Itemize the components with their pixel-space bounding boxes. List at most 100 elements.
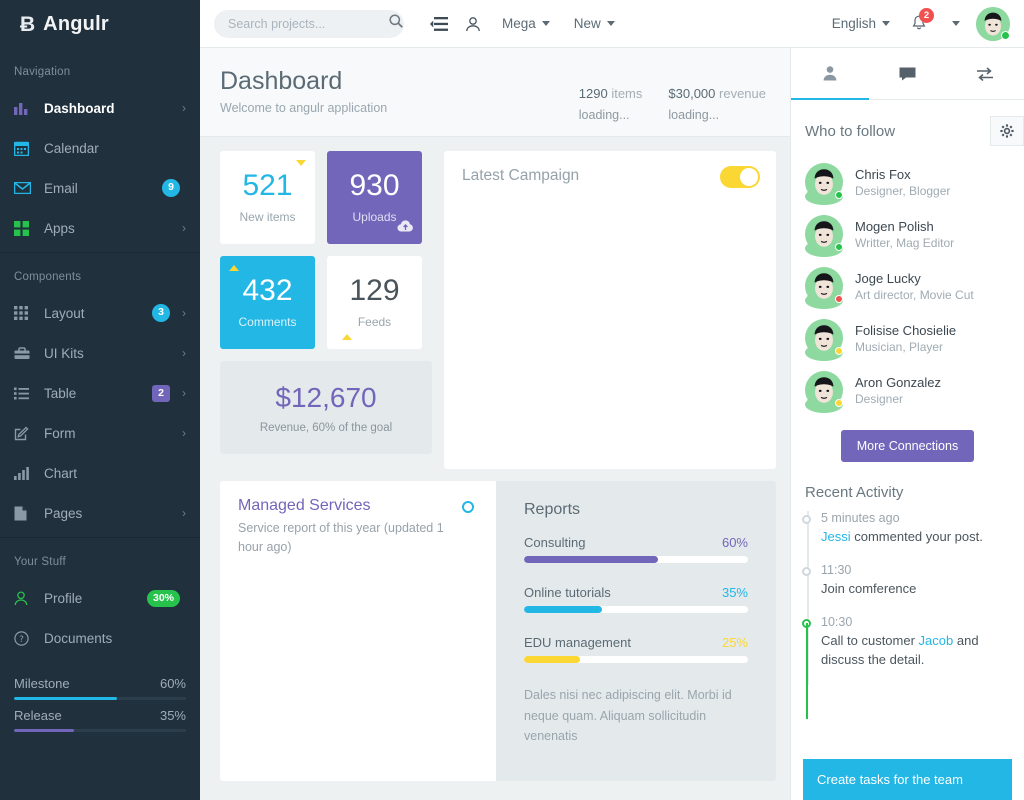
brand-logo[interactable]: Ƀ Angulr bbox=[0, 0, 200, 48]
list-item[interactable]: Joge Lucky Art director, Movie Cut bbox=[791, 260, 1024, 312]
list-item[interactable]: Folisise Chosielie Musician, Player bbox=[791, 312, 1024, 364]
progress-row-milestone: Milestone 60% bbox=[14, 668, 186, 697]
trend-down-icon bbox=[296, 160, 306, 166]
loading-circle-icon bbox=[462, 501, 474, 513]
report-row-consulting: Consulting 60% bbox=[524, 535, 748, 563]
campaign-title: Latest Campaign bbox=[462, 167, 580, 184]
transfer-arrows-icon bbox=[977, 66, 994, 81]
revenue-caption: Revenue, 60% of the goal bbox=[259, 421, 393, 434]
activity-link[interactable]: Jacob bbox=[919, 633, 954, 648]
sidebar-item-label: UI Kits bbox=[44, 345, 84, 361]
chevron-right-icon: › bbox=[182, 506, 186, 520]
list-item[interactable]: 11:30 Join comference bbox=[802, 563, 1024, 615]
main-content: Dashboard Welcome to angulr application … bbox=[200, 48, 790, 800]
mega-menu-label: Mega bbox=[502, 16, 536, 31]
sidebar-item-ui-kits[interactable]: UI Kits › bbox=[0, 333, 200, 373]
sidebar-item-apps[interactable]: Apps › bbox=[0, 208, 200, 248]
sidebar-item-chart[interactable]: Chart bbox=[0, 453, 200, 493]
list-item[interactable]: Mogen Polish Writter, Mag Editor bbox=[791, 208, 1024, 260]
create-tasks-cta[interactable]: Create tasks for the team bbox=[803, 759, 1012, 800]
tab-messages[interactable] bbox=[868, 48, 947, 100]
list-icon bbox=[14, 387, 44, 400]
sidebar-badge-email: 9 bbox=[162, 179, 180, 197]
report-value: 25% bbox=[721, 635, 748, 650]
list-item[interactable]: Chris Fox Designer, Blogger bbox=[791, 156, 1024, 208]
avatar[interactable] bbox=[976, 6, 1010, 41]
stat-card-new-items[interactable]: 521 New items bbox=[220, 151, 315, 244]
report-label: EDU management bbox=[524, 635, 631, 650]
person-role: Writter, Mag Editor bbox=[855, 235, 955, 250]
report-row-online-tutorials: Online tutorials 35% bbox=[524, 585, 748, 613]
more-connections-button[interactable]: More Connections bbox=[840, 430, 975, 462]
gear-icon[interactable] bbox=[990, 116, 1024, 146]
sidebar-badge-table: 2 bbox=[152, 384, 170, 402]
sidebar-item-form[interactable]: Form › bbox=[0, 413, 200, 453]
header-stat-revenue: $30,000 revenue loading... bbox=[668, 86, 766, 122]
right-panel: Who to follow Chris Fox Designer, Blogge… bbox=[790, 48, 1024, 800]
person-role: Art director, Movie Cut bbox=[855, 287, 974, 302]
stat-card-comments[interactable]: 432 Comments bbox=[220, 256, 315, 349]
timeline-line-active bbox=[806, 622, 808, 719]
header-stat-unit: revenue bbox=[719, 86, 766, 101]
person-role: Musician, Player bbox=[855, 339, 944, 354]
chat-bubble-icon bbox=[899, 67, 916, 80]
sidebar-item-calendar[interactable]: Calendar bbox=[0, 128, 200, 168]
user-outline-icon[interactable] bbox=[456, 6, 490, 42]
dashboard-top-grid: 521 New items 930 Uploads 432 Comments 1… bbox=[220, 151, 776, 469]
stat-card-feeds[interactable]: 129 Feeds bbox=[327, 256, 422, 349]
header-stat-loading: loading... bbox=[578, 108, 630, 122]
user-icon bbox=[823, 66, 837, 81]
progress-value: 60% bbox=[159, 676, 186, 691]
sidebar-item-dashboard[interactable]: Dashboard › bbox=[0, 88, 200, 128]
sidebar-item-pages[interactable]: Pages › bbox=[0, 493, 200, 533]
search-icon[interactable] bbox=[389, 14, 403, 33]
sidebar-item-documents[interactable]: ? Documents bbox=[0, 618, 200, 658]
revenue-card[interactable]: $12,670 Revenue, 60% of the goal bbox=[220, 361, 432, 454]
search-box[interactable] bbox=[214, 9, 404, 38]
avatar bbox=[805, 319, 843, 361]
page-header: Dashboard Welcome to angulr application … bbox=[200, 48, 790, 137]
activity-link[interactable]: Jessi bbox=[821, 529, 851, 544]
notification-count-badge: 2 bbox=[919, 7, 934, 23]
timeline-dot bbox=[802, 566, 811, 576]
calendar-icon bbox=[14, 141, 44, 156]
recent-activity-title: Recent Activity bbox=[805, 484, 904, 501]
activity-text-after: commented your post. bbox=[850, 529, 983, 544]
language-selector[interactable]: English bbox=[832, 16, 890, 31]
sidebar-item-table[interactable]: Table 2 › bbox=[0, 373, 200, 413]
progress-value: 35% bbox=[159, 708, 186, 723]
chevron-right-icon: › bbox=[182, 306, 186, 320]
mega-menu-button[interactable]: Mega bbox=[502, 16, 550, 31]
user-menu-caret[interactable] bbox=[936, 6, 970, 42]
progress-label: Milestone bbox=[14, 676, 70, 691]
stat-cards-column: 521 New items 930 Uploads 432 Comments 1… bbox=[220, 151, 432, 469]
stat-card-uploads[interactable]: 930 Uploads bbox=[327, 151, 422, 244]
report-fill bbox=[524, 556, 659, 563]
sidebar-item-profile[interactable]: Profile 30% bbox=[0, 578, 200, 618]
sidebar-item-layout[interactable]: Layout 3 › bbox=[0, 293, 200, 333]
tab-transfers[interactable] bbox=[946, 48, 1024, 100]
report-label: Online tutorials bbox=[524, 585, 611, 600]
notifications-button[interactable]: 2 bbox=[902, 6, 936, 42]
campaign-toggle[interactable] bbox=[720, 166, 760, 188]
list-item[interactable]: 5 minutes ago Jessi commented your post. bbox=[802, 511, 1024, 563]
chevron-right-icon: › bbox=[182, 101, 186, 115]
tab-contacts[interactable] bbox=[791, 48, 869, 100]
new-menu-button[interactable]: New bbox=[574, 16, 615, 31]
toggle-sidebar-icon[interactable] bbox=[422, 6, 456, 42]
report-fill bbox=[524, 656, 580, 663]
top-navbar: Mega New English 2 bbox=[200, 0, 1024, 48]
activity-text: Join comference bbox=[821, 580, 917, 596]
sidebar-item-email[interactable]: Email 9 bbox=[0, 168, 200, 208]
search-input[interactable] bbox=[228, 16, 389, 31]
status-dot bbox=[835, 243, 843, 251]
new-menu-label: New bbox=[573, 16, 601, 31]
dashboard-body: 521 New items 930 Uploads 432 Comments 1… bbox=[200, 137, 790, 781]
status-dot bbox=[835, 399, 843, 407]
brand-mark-icon: Ƀ bbox=[20, 12, 36, 36]
activity-time: 5 minutes ago bbox=[821, 511, 900, 525]
file-icon bbox=[14, 506, 44, 521]
person-name: Chris Fox bbox=[855, 166, 911, 182]
list-item[interactable]: Aron Gonzalez Designer bbox=[791, 364, 1024, 416]
list-item[interactable]: 10:30 Call to customer Jacob and discuss… bbox=[802, 615, 1024, 719]
